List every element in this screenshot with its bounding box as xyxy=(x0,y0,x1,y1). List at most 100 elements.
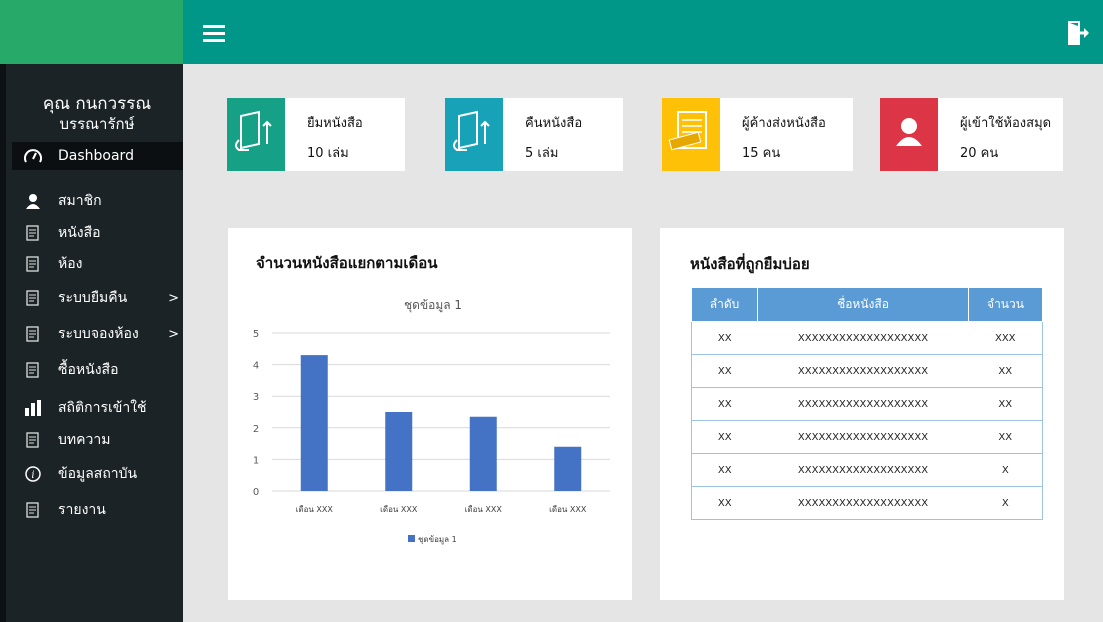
main-content: ยืมหนังสือ 10 เล่ม คืนหนังสือ 5 เล่ม ผู้ค้าง… xyxy=(183,64,1103,622)
reserve-icon xyxy=(22,325,44,343)
table-cell: XX xyxy=(691,486,758,520)
table-cell: XXXXXXXXXXXXXXXXXXX xyxy=(757,453,969,487)
table-row[interactable]: XX XXXXXXXXXXXXXXXXXXX XX xyxy=(691,420,1043,454)
table-cell: X xyxy=(968,486,1043,520)
article-icon xyxy=(22,431,44,449)
sidebar-item-3[interactable]: ห้อง xyxy=(12,250,189,278)
top-bar xyxy=(0,0,1103,64)
sidebar: คุณ กนกวรรณ บรรณารักษ์ Dashboard สมาชิกหน… xyxy=(0,64,189,622)
report-icon xyxy=(22,501,44,519)
table-panel-title: หนังสือที่ถูกยืมบ่อย xyxy=(690,255,810,273)
chevron-right-icon: > xyxy=(168,326,179,342)
sidebar-item-label: ระบบยืมคืน xyxy=(58,290,128,306)
sidebar-item-4[interactable]: ระบบยืมคืน > xyxy=(12,284,189,312)
stat-card-title: ผู้เข้าใช้ห้องสมุด xyxy=(960,116,1052,131)
stat-card-0[interactable]: ยืมหนังสือ 10 เล่ม xyxy=(227,98,405,171)
stat-card-value: 20 คน xyxy=(960,146,999,161)
sidebar-item-label: ระบบจองห้อง xyxy=(58,326,139,342)
stat-card-value: 10 เล่ม xyxy=(307,146,349,161)
sidebar-item-label: หนังสือ xyxy=(58,225,101,241)
table-row[interactable]: XX XXXXXXXXXXXXXXXXXXX XX xyxy=(691,354,1043,388)
table-cell: XXXXXXXXXXXXXXXXXXX xyxy=(757,486,969,520)
books-icon xyxy=(22,224,44,242)
borrow-icon xyxy=(22,289,44,307)
sidebar-item-label: Dashboard xyxy=(58,148,134,164)
legend-label: ชุดข้อมูล 1 xyxy=(418,535,457,545)
stat-card-2[interactable]: ผู้ค้างส่งหนังสือ 15 คน xyxy=(662,98,853,171)
y-tick-label: 1 xyxy=(253,455,259,466)
sidebar-item-10[interactable]: รายงาน xyxy=(12,496,189,524)
sidebar-item-2[interactable]: หนังสือ xyxy=(12,219,189,247)
table-cell: XX xyxy=(968,387,1043,421)
table-panel: หนังสือที่ถูกยืมบ่อย ลำดับ ชื่อหนังสือ จำน… xyxy=(660,228,1064,600)
stat-card-title: คืนหนังสือ xyxy=(525,116,583,131)
bar xyxy=(469,416,497,491)
bar xyxy=(385,412,413,491)
table-row[interactable]: XX XXXXXXXXXXXXXXXXXXX XXX xyxy=(691,321,1043,355)
table-cell: X xyxy=(968,453,1043,487)
table-row[interactable]: XX XXXXXXXXXXXXXXXXXXX XX xyxy=(691,387,1043,421)
bar-chart-icon xyxy=(22,399,44,417)
legend-swatch xyxy=(408,535,415,542)
sidebar-item-5[interactable]: ระบบจองห้อง > xyxy=(12,320,189,348)
room-icon xyxy=(22,255,44,273)
sidebar-item-label: สมาชิก xyxy=(58,193,102,209)
x-tick-label: เดือน XXX xyxy=(549,505,587,514)
sidebar-item-7[interactable]: สถิติการเข้าใช้ xyxy=(12,394,189,422)
sidebar-item-0[interactable]: Dashboard xyxy=(12,142,189,170)
logout-icon[interactable] xyxy=(1066,20,1090,46)
sidebar-item-8[interactable]: บทความ xyxy=(12,426,189,454)
y-tick-label: 2 xyxy=(253,424,259,435)
bar-chart: 0 1 2 3 4 5 เดือน XXX เดือน XXX เดือน XXX เดือน X… xyxy=(253,329,610,545)
table-row[interactable]: XX XXXXXXXXXXXXXXXXXXX X xyxy=(691,453,1043,487)
table-cell: XXXXXXXXXXXXXXXXXXX xyxy=(757,387,969,421)
table-row[interactable]: XX XXXXXXXXXXXXXXXXXXX X xyxy=(691,486,1043,520)
table-cell: XXXXXXXXXXXXXXXXXXX xyxy=(757,321,969,355)
table-cell: XX xyxy=(691,354,758,388)
bar xyxy=(554,446,582,491)
info-icon: i xyxy=(22,465,44,483)
chevron-right-icon: > xyxy=(168,290,179,306)
gauge-icon xyxy=(22,147,44,165)
table-cell: XX xyxy=(968,420,1043,454)
sidebar-item-6[interactable]: ซื้อหนังสือ xyxy=(12,356,189,384)
sidebar-item-label: สถิติการเข้าใช้ xyxy=(58,400,147,416)
book-return-icon xyxy=(445,98,503,171)
sidebar-item-9[interactable]: i ข้อมูลสถาบัน xyxy=(12,460,189,488)
table-cell: XX xyxy=(968,354,1043,388)
user-name: คุณ กนกวรรณ xyxy=(42,94,152,114)
purchase-icon xyxy=(22,361,44,379)
table-cell: XX xyxy=(691,420,758,454)
sidebar-item-1[interactable]: สมาชิก xyxy=(12,187,189,215)
y-tick-label: 5 xyxy=(253,329,259,340)
table-cell: XXX xyxy=(968,321,1043,355)
logo-area xyxy=(0,0,183,64)
column-header: จำนวน xyxy=(968,287,1043,322)
user-role: บรรณารักษ์ xyxy=(59,115,135,133)
column-header: ลำดับ xyxy=(691,287,758,322)
stat-card-value: 5 เล่ม xyxy=(525,146,559,161)
user-icon xyxy=(22,192,44,210)
sidebar-item-label: ซื้อหนังสือ xyxy=(58,362,119,378)
y-tick-label: 0 xyxy=(253,487,259,498)
stat-card-title: ผู้ค้างส่งหนังสือ xyxy=(742,116,826,131)
stat-card-3[interactable]: ผู้เข้าใช้ห้องสมุด 20 คน xyxy=(880,98,1063,171)
stat-card-title: ยืมหนังสือ xyxy=(307,116,363,131)
overdue-icon xyxy=(662,98,720,171)
sidebar-item-label: บทความ xyxy=(58,432,111,448)
column-header: ชื่อหนังสือ xyxy=(757,287,969,322)
sidebar-item-label: รายงาน xyxy=(58,502,106,518)
x-tick-label: เดือน XXX xyxy=(380,505,418,514)
popular-books-table: ลำดับ ชื่อหนังสือ จำนวน XX XXXXXXXXXXXXXXXX… xyxy=(691,287,1043,520)
menu-toggle-icon[interactable] xyxy=(203,25,225,43)
table-cell: XX xyxy=(691,321,758,355)
x-tick-label: เดือน XXX xyxy=(465,505,503,514)
bar xyxy=(300,355,328,491)
sidebar-item-label: ห้อง xyxy=(58,256,83,272)
table-cell: XXXXXXXXXXXXXXXXXXX xyxy=(757,420,969,454)
table-cell: XX xyxy=(691,387,758,421)
stat-card-1[interactable]: คืนหนังสือ 5 เล่ม xyxy=(445,98,623,171)
chart-panel: จำนวนหนังสือแยกตามเดือน ชุดข้อมูล 1 0123… xyxy=(228,228,632,600)
user-icon xyxy=(880,98,938,171)
y-tick-label: 4 xyxy=(253,361,259,372)
